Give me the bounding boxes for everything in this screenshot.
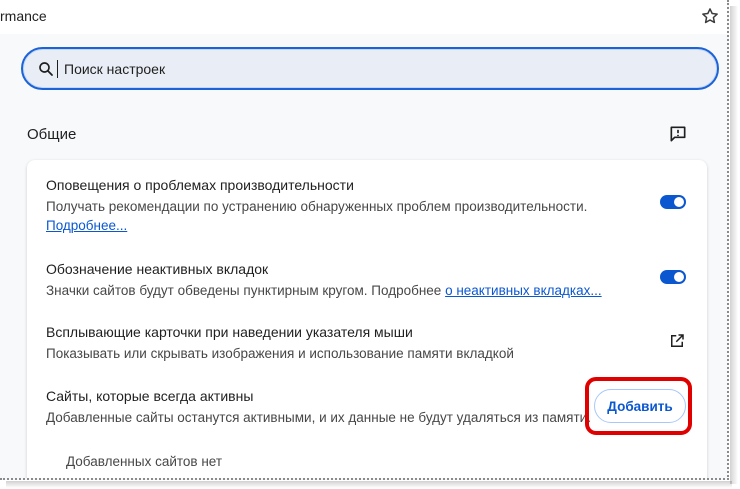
frame-shadow-bottom: [6, 481, 732, 488]
tab-title: rmance: [0, 8, 47, 24]
open-in-new-icon[interactable]: [668, 332, 686, 350]
setting-description-wrap: Значки сайтов будут обведены пунктирным …: [46, 283, 686, 298]
screenshot-frame: rmance Общие Оповещения о проблемах прои…: [0, 0, 729, 480]
setting-title: Обозначение неактивных вкладок: [46, 261, 269, 277]
setting-hover-cards: Всплывающие карточки при наведении указа…: [46, 324, 686, 361]
toggle-knob: [674, 272, 684, 282]
setting-description: Значки сайтов будут обведены пунктирным …: [46, 283, 446, 298]
search-icon: [39, 61, 53, 76]
performance-alerts-toggle[interactable]: [660, 195, 686, 209]
setting-description: Показывать или скрывать изображения и ис…: [46, 346, 514, 361]
toggle-knob: [674, 197, 684, 207]
section-title: Общие: [27, 126, 77, 143]
tab-bar: rmance: [0, 0, 727, 34]
empty-sites-note: Добавленных сайтов нет: [66, 454, 223, 469]
setting-description: Получать рекомендации по устранению обна…: [46, 199, 588, 214]
add-site-button[interactable]: Добавить: [594, 389, 686, 423]
search-bar[interactable]: [21, 47, 719, 90]
star-icon[interactable]: [700, 6, 720, 26]
feedback-icon[interactable]: [668, 124, 688, 144]
learn-more-link[interactable]: Подробнее...: [46, 218, 127, 233]
setting-title: Оповещения о проблемах производительност…: [46, 177, 354, 193]
search-input[interactable]: [62, 59, 662, 78]
inactive-tabs-link[interactable]: о неактивных вкладках...: [445, 283, 602, 298]
setting-title: Всплывающие карточки при наведении указа…: [46, 324, 413, 340]
frame-shadow-right: [730, 6, 738, 484]
inactive-tabs-toggle[interactable]: [660, 270, 686, 284]
setting-performance-alerts: Оповещения о проблемах производительност…: [46, 177, 686, 233]
setting-inactive-tabs: Обозначение неактивных вкладок Значки са…: [46, 261, 686, 298]
text-caret: [57, 59, 58, 78]
